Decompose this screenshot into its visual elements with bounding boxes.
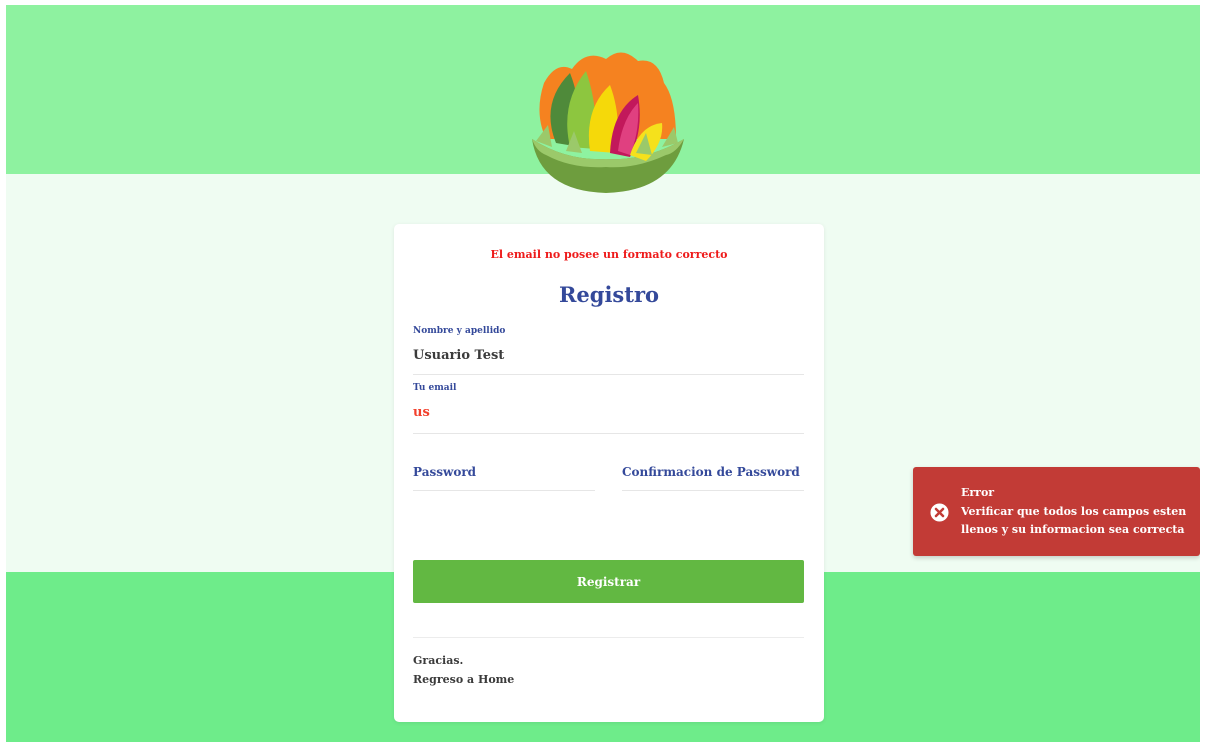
registration-card: El email no posee un formato correcto Re… [394,224,824,722]
register-button-label: Registrar [576,574,641,589]
page-title: Registro [558,282,660,307]
email-field-underline [413,433,804,434]
home-link[interactable]: Regreso a Home [413,673,514,686]
error-toast[interactable]: Error Verificar que todos los campos est… [913,467,1200,556]
footer-divider [413,637,804,638]
confirm-password-field-underline [622,490,804,491]
page: El email no posee un formato correcto Re… [6,5,1200,742]
name-field[interactable]: Usuario Test [413,348,504,363]
toast-title: Error [961,486,995,499]
toast-message-line-1: Verificar que todos los campos esten [961,505,1187,518]
form-error-message: El email no posee un formato correcto [490,248,728,261]
footer-thanks: Gracias. [413,654,464,667]
confirm-password-field[interactable]: Confirmacion de Password [622,465,800,479]
email-field[interactable]: us [413,405,430,420]
register-button[interactable]: Registrar [413,560,804,603]
toast-message-line-2: llenos y su informacion sea correcta [961,523,1185,536]
email-label: Tu email [413,383,457,393]
password-field[interactable]: Password [413,465,476,479]
password-field-underline [413,490,595,491]
name-label: Nombre y apellido [413,326,506,336]
fruit-bowl-logo [532,52,684,193]
error-circle-x-icon [930,503,949,522]
name-field-underline [413,374,804,375]
